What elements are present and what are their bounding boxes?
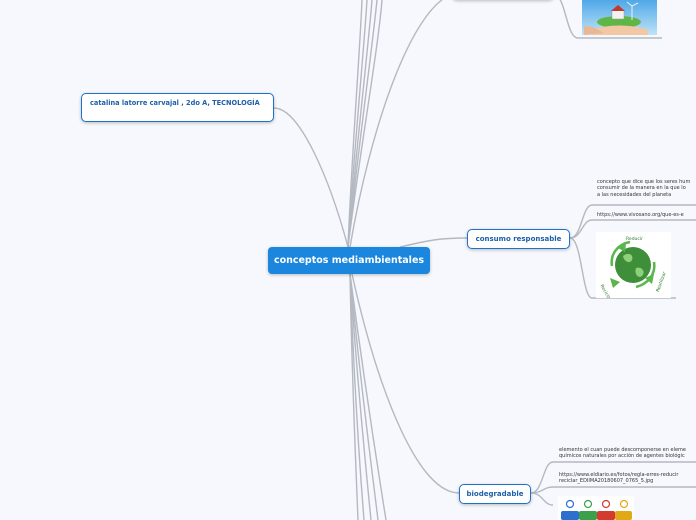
consumo-definition-note[interactable]: concepto que dice que los seres hum cons…: [597, 179, 696, 198]
biodegradable-url-note[interactable]: https://www.eldiario.es/fotos/regla-erre…: [559, 472, 696, 485]
consumo-url-note[interactable]: https://www.vivosano.org/que-es-e: [597, 212, 696, 218]
author-node[interactable]: catalina latorre carvajal , 2do A, TECNO…: [81, 93, 274, 122]
image-caption: Reciclar: [599, 284, 613, 298]
biodegradable-node[interactable]: biodegradable: [459, 484, 531, 504]
url-text: https://www.vivosano.org/que-es-e: [597, 212, 684, 218]
consumo-responsable-node[interactable]: consumo responsable: [467, 229, 570, 249]
biodegradable-label: biodegradable: [466, 490, 524, 498]
note-line: químicos naturales por acción de agentes…: [559, 453, 685, 460]
central-topic[interactable]: conceptos mediambientales: [268, 247, 430, 274]
image-caption: Reutilizar: [655, 271, 668, 293]
note-line: a las necesidades del planeta: [597, 191, 672, 198]
recycle-globe-image: Reducir Reutilizar Reciclar: [596, 232, 671, 298]
biodegradable-definition-note[interactable]: elemento el cuan puede descomponerse en …: [559, 447, 696, 460]
image-caption: Reducir: [626, 236, 643, 242]
url-text: reciclar_EDIIMA20180607_0765_5.jpg: [559, 478, 654, 485]
consumo-label: consumo responsable: [475, 235, 562, 243]
author-label: catalina latorre carvajal , 2do A, TECNO…: [90, 99, 260, 107]
recycling-bins-image: [558, 496, 634, 520]
environment-hands-image: [582, 0, 657, 35]
note-line: consumir de la manera en la que lo: [597, 185, 686, 192]
